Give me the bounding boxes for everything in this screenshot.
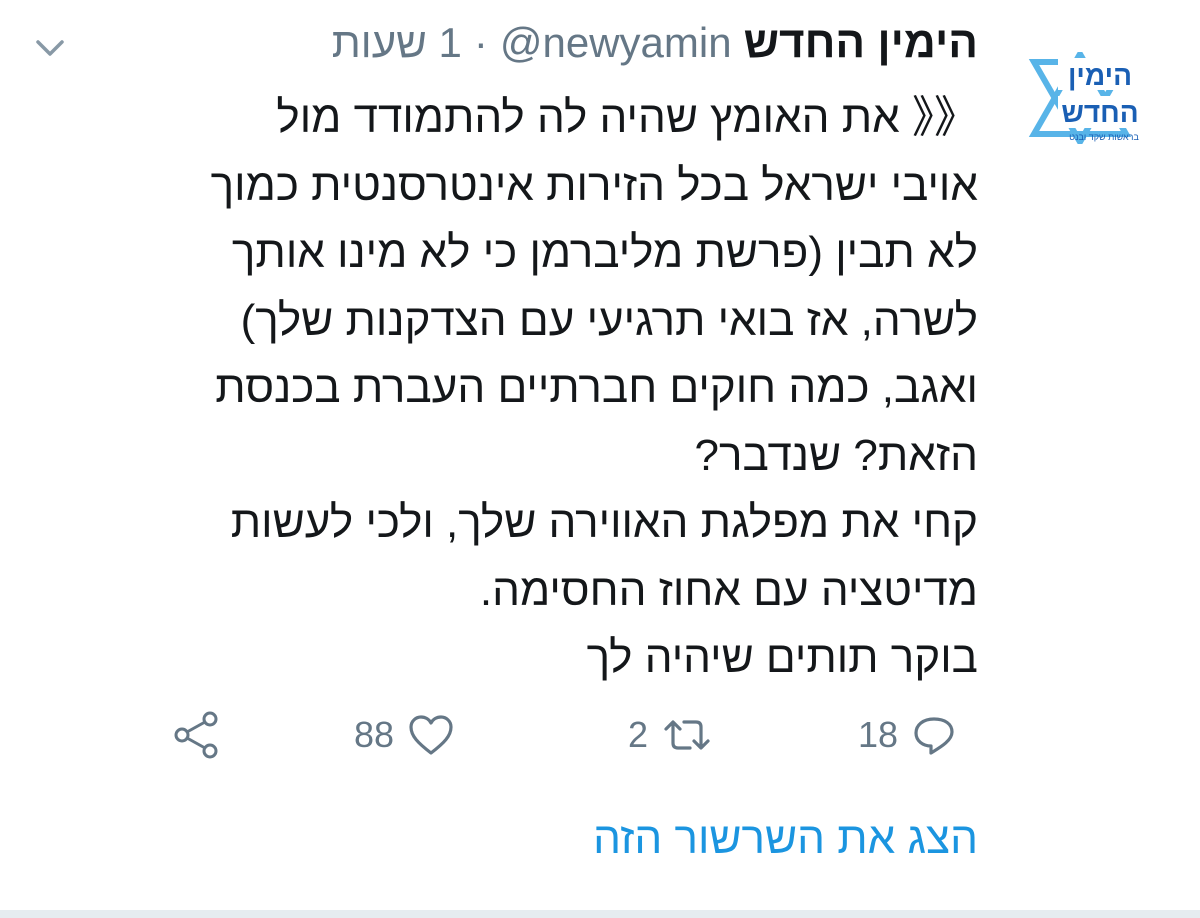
account-logo-avatar[interactable]: הימין החדש בראשות שקד ובנט: [1014, 52, 1146, 144]
tweet-card[interactable]: הימין החדש בראשות שקד ובנט הימין החדש @n…: [0, 0, 1200, 918]
tweet-text-line: לשרה, אז בואי תרגיעי עם הצדקנות שלך): [240, 295, 978, 345]
show-thread-link[interactable]: הצג את השרשור הזה: [593, 814, 978, 864]
user-handle[interactable]: @newyamin: [500, 19, 732, 67]
display-name[interactable]: הימין החדש: [744, 18, 978, 68]
tweet-header: הימין החדש @newyamin · 1 שעות: [332, 18, 978, 74]
tweet-text-line: אויבי ישראל בכל הזירות אינטרסנטית כמוך: [210, 160, 978, 210]
divider: [0, 910, 1200, 918]
separator-dot: ·: [473, 19, 488, 66]
tweet-text-line: בוקר תותים שיהיה לך: [586, 633, 978, 682]
chevron-down-icon[interactable]: [30, 28, 70, 68]
tweet-text-line: מדיטציה עם אחוז החסימה.: [479, 565, 978, 615]
tweet-text-line: הזאת? שנדבר?: [694, 430, 978, 480]
tweet-actions: 18 2 88: [0, 700, 1200, 770]
share-icon: [174, 711, 218, 759]
tweet-text-line: 《《 את האומץ שהיה לה להתמודד מול: [276, 93, 978, 142]
logo-tagline: בראשות שקד ובנט: [1069, 132, 1139, 142]
retweet-button[interactable]: 2: [628, 700, 712, 770]
heart-icon: [409, 715, 453, 755]
like-button[interactable]: 88: [354, 700, 454, 770]
logo-word-2: החדש: [1061, 97, 1138, 128]
comment-icon: [914, 717, 954, 755]
tweet-text-line: קחי את מפלגת האווירה שלך, ולכי לעשות: [230, 498, 978, 547]
tweet-text: 《《 את האומץ שהיה לה להתמודד מול אויבי יש…: [38, 84, 978, 692]
like-count: 88: [354, 714, 395, 755]
logo-word-1: הימין: [1068, 60, 1132, 91]
tweet-text-line: לא תבין (פרשת מליברמן כי לא מינו אותך: [231, 228, 978, 277]
timestamp[interactable]: 1 שעות: [332, 19, 462, 67]
share-button[interactable]: [172, 700, 222, 770]
reply-button[interactable]: 18: [858, 700, 956, 770]
tweet-text-line: ואגב, כמה חוקים חברתיים העברת בכנסת: [215, 363, 978, 412]
reply-count: 18: [858, 714, 899, 755]
retweet-icon: [664, 720, 710, 750]
retweet-count: 2: [628, 714, 649, 755]
